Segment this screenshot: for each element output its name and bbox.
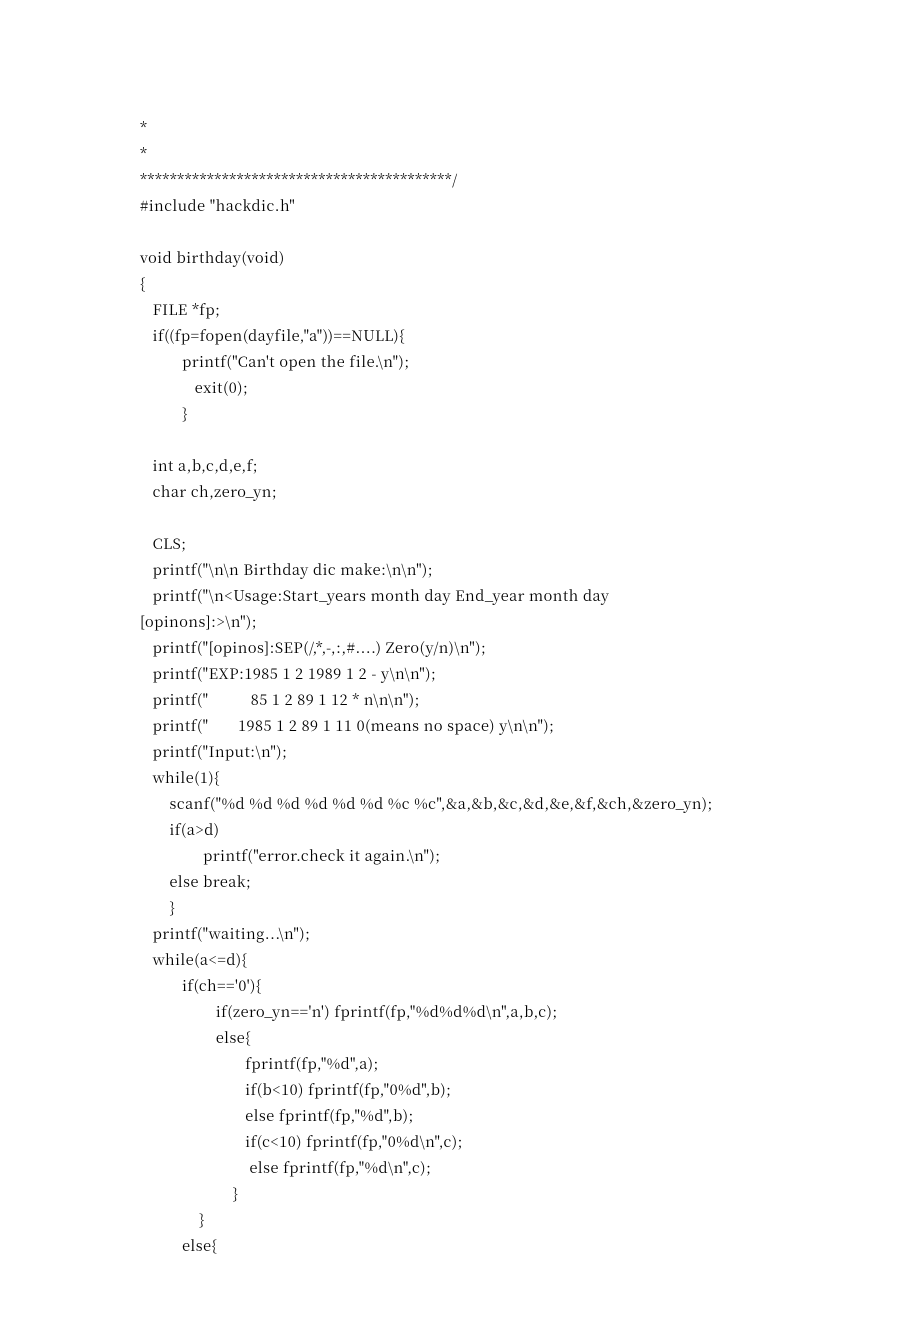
code-block: * * ************************************…	[140, 115, 780, 1259]
document-page: * * ************************************…	[0, 0, 920, 1319]
